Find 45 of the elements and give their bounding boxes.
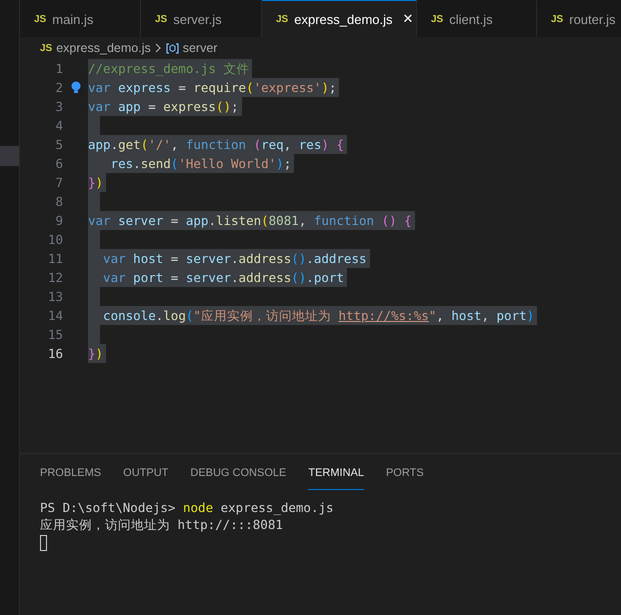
file-tab[interactable]: JS express_demo.js ✕ [262, 0, 417, 37]
line-number: 2 [54, 80, 63, 95]
line-number: 1 [54, 61, 63, 76]
line-number: 14 [46, 308, 63, 323]
breadcrumb-item[interactable]: express_demo.js [56, 41, 151, 55]
terminal-cursor [40, 535, 47, 551]
tab-label: router.js [569, 12, 616, 26]
close-icon[interactable]: ✕ [402, 11, 414, 27]
line-number: 8 [54, 194, 63, 209]
tab-label: main.js [52, 12, 94, 26]
line-number: 16 [46, 346, 63, 361]
line-number: 5 [54, 137, 63, 152]
panel-tab[interactable]: DEBUG CONSOLE [190, 456, 286, 490]
line-number: 10 [46, 232, 63, 247]
js-file-icon: JS [155, 14, 168, 24]
js-file-icon: JS [40, 42, 52, 54]
line-number: 12 [46, 270, 63, 285]
js-file-icon: JS [34, 14, 46, 24]
panel-tab[interactable]: OUTPUT [123, 456, 168, 490]
panel-tab[interactable]: PROBLEMS [40, 456, 102, 490]
chevron-icon [154, 43, 162, 53]
js-file-icon: JS [276, 14, 288, 24]
terminal-line: 应用实例，访问地址为 http://:::8081 [40, 516, 284, 533]
line-number: 3 [54, 99, 63, 114]
panel-tab[interactable]: PORTS [386, 456, 424, 490]
variable-symbol-icon [166, 42, 179, 54]
tab-label: server.js [173, 12, 222, 26]
panel-tab[interactable]: TERMINAL [308, 456, 364, 490]
line-number: 11 [46, 251, 63, 266]
file-tab[interactable]: JS server.js [141, 0, 262, 37]
line-number: 13 [46, 289, 63, 304]
line-number: 6 [54, 156, 63, 171]
lightbulb-icon[interactable] [70, 81, 82, 94]
line-number: 4 [54, 118, 63, 133]
js-file-icon: JS [551, 14, 564, 24]
file-tab[interactable]: JS client.js [417, 0, 537, 37]
breadcrumb-item[interactable]: server [182, 41, 218, 55]
tab-label: client.js [449, 12, 493, 26]
tab-label: express_demo.js [294, 12, 393, 26]
line-number: 7 [54, 175, 63, 190]
line-number: 9 [54, 213, 63, 228]
terminal-line: PS D:\soft\Nodejs> node express_demo.js [40, 499, 335, 516]
js-file-icon: JS [431, 14, 444, 24]
line-number: 15 [46, 327, 63, 342]
file-tab[interactable]: JS main.js [20, 0, 141, 37]
